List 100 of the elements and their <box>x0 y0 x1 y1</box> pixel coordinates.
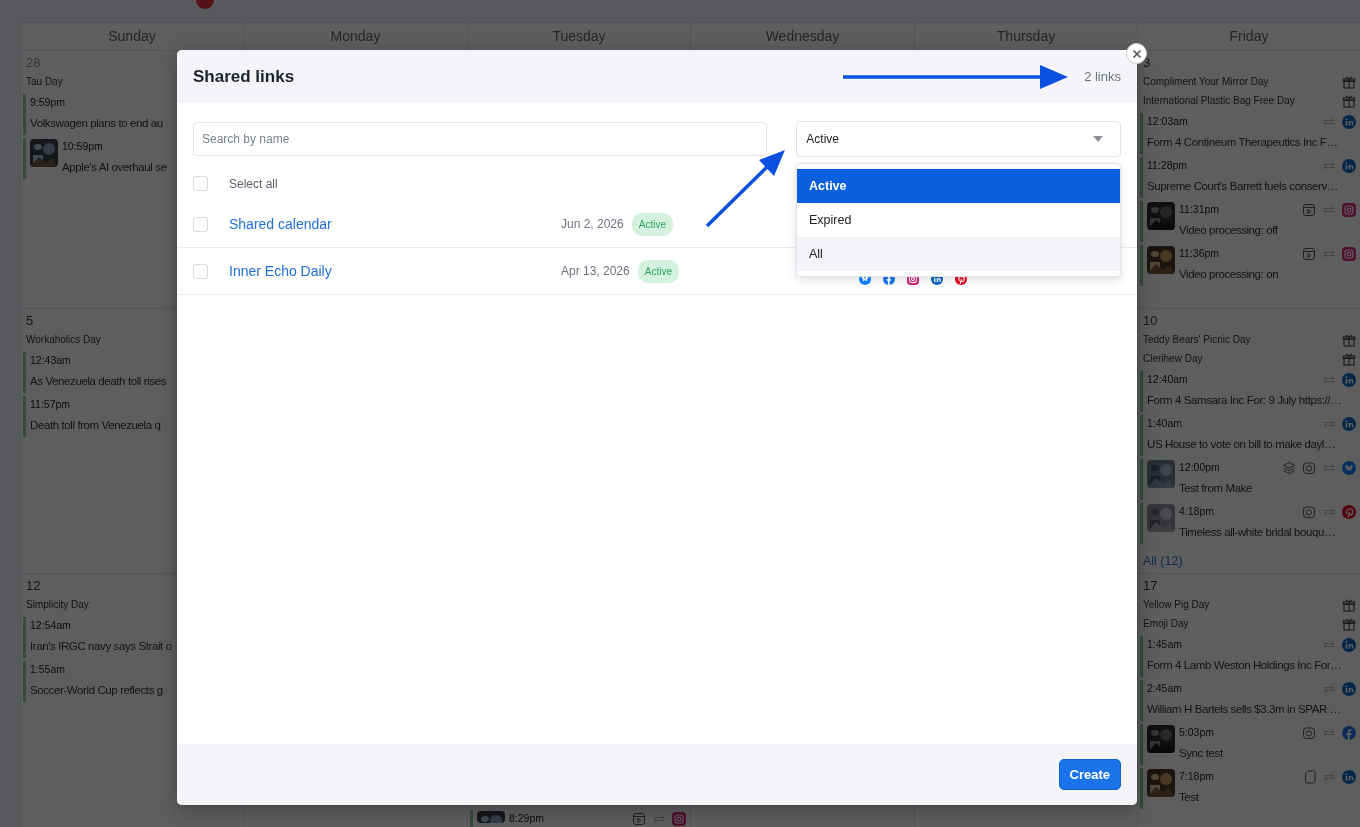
post-title[interactable]: Timeless all-white bridal bouqu… <box>1179 523 1336 541</box>
post-title[interactable]: Form 4 Contineum Therapeutics Inc F… <box>1147 133 1338 151</box>
play-icon <box>1302 202 1316 217</box>
post-time: 11:57pm <box>30 397 71 412</box>
double-arrow-icon <box>1322 639 1336 650</box>
link-name[interactable]: Shared calendar <box>229 216 332 232</box>
post-title[interactable]: Death toll from Venezuela q <box>30 416 161 434</box>
post-time: 7:18pm <box>1179 769 1215 784</box>
post-title[interactable]: Video processing: off <box>1179 221 1278 239</box>
double-arrow-icon <box>1322 116 1336 127</box>
caret-icon <box>1093 136 1103 142</box>
document-icon <box>1304 769 1316 784</box>
date-number: 5 <box>25 312 34 330</box>
holiday-name: Emoji Day <box>1143 617 1189 631</box>
post-title[interactable]: Test from Make <box>1179 479 1252 497</box>
post-time: 11:28pm <box>1147 158 1188 173</box>
post-title[interactable]: Form 4 Lamb Weston Holdings Inc For… <box>1147 656 1342 674</box>
post-time: 12:00pm <box>1179 460 1220 475</box>
status-badge: Active <box>637 259 679 283</box>
date-number: 17 <box>1142 577 1158 595</box>
post-time: 10:59pm <box>62 139 103 154</box>
post-time: 1:45am <box>1147 637 1183 652</box>
post-title[interactable]: US House to vote on bill to make dayl… <box>1147 435 1336 453</box>
play-icon <box>1302 246 1316 261</box>
double-arrow-icon <box>1322 160 1336 171</box>
post-title[interactable]: Apple's AI overhaul se <box>62 158 167 176</box>
checkbox[interactable] <box>193 176 208 191</box>
create-button[interactable]: Create <box>1058 758 1121 791</box>
gift-icon <box>1342 597 1356 612</box>
post-title[interactable]: Form 4 Samsara Inc For: 9 July https://… <box>1147 391 1342 409</box>
checkbox[interactable] <box>193 216 208 232</box>
holiday-name: Simplicity Day <box>26 598 89 612</box>
modal-title: Shared links <box>193 65 295 88</box>
double-arrow-icon <box>1322 771 1336 782</box>
dropdown-option[interactable]: All <box>797 237 1120 271</box>
holiday-name: International Plastic Bag Free Day <box>1143 94 1295 108</box>
holiday-name: Tau Day <box>26 75 63 89</box>
post-title[interactable]: Sync test <box>1179 744 1223 762</box>
gift-icon <box>1342 93 1356 108</box>
post-time: 9:59pm <box>30 95 66 110</box>
date-number: 10 <box>1142 312 1158 330</box>
butterfly-icon[interactable] <box>1342 460 1356 475</box>
post-title[interactable]: Test <box>1179 788 1199 806</box>
holiday-name: Compliment Your Mirror Day <box>1143 75 1269 89</box>
post-title[interactable]: Volkswagen plans to end au <box>30 114 163 132</box>
camera-icon <box>1302 725 1316 740</box>
post-title[interactable]: Supreme Court's Barrett fuels conserv… <box>1147 177 1338 195</box>
double-arrow-icon <box>1322 683 1336 694</box>
link-date: Jun 2, 2026 <box>561 216 624 233</box>
play-icon <box>632 811 646 826</box>
link-name[interactable]: Inner Echo Daily <box>229 263 332 279</box>
camera-icon <box>1302 460 1316 475</box>
double-arrow-icon <box>1322 248 1336 259</box>
pinterest-icon[interactable] <box>1342 504 1356 519</box>
layers-icon <box>1282 460 1296 475</box>
double-arrow-icon <box>1322 462 1336 473</box>
holiday-name: Workaholics Day <box>26 333 101 347</box>
link-date: Apr 13, 2026 <box>561 263 630 280</box>
post-time: 8:29pm <box>509 811 545 826</box>
post-title[interactable]: Soccer-World Cup reflects g <box>30 681 163 699</box>
holiday-name: Clerihew Day <box>1143 352 1203 366</box>
gift-icon <box>1342 332 1356 347</box>
link-count: 2 links <box>1084 67 1121 86</box>
post-title[interactable]: Video processing: on <box>1179 265 1279 283</box>
post-title[interactable]: Iran's IRGC navy says Strait o <box>30 637 172 655</box>
select-all-label: Select all <box>229 175 278 193</box>
more-link[interactable]: All (12) <box>1140 552 1183 571</box>
gift-icon <box>1342 616 1356 631</box>
post-time: 12:43am <box>30 353 71 368</box>
post-time: 11:36pm <box>1179 246 1220 261</box>
post-time: 11:31pm <box>1179 202 1220 217</box>
post-time: 4:18pm <box>1179 504 1215 519</box>
post-time: 12:03am <box>1147 114 1188 129</box>
dropdown-option[interactable]: Expired <box>797 203 1120 237</box>
post-time: 5:03pm <box>1179 725 1215 740</box>
checkbox[interactable] <box>193 263 208 279</box>
gift-icon <box>1342 351 1356 366</box>
date-number: 3 <box>1142 54 1151 72</box>
camera-icon <box>1302 504 1316 519</box>
facebook-icon[interactable] <box>1342 725 1356 740</box>
post-time: 12:40am <box>1147 372 1188 387</box>
double-arrow-icon <box>652 813 666 824</box>
post-title[interactable]: As Venezuela death toll rises <box>30 372 167 390</box>
gift-icon <box>1342 74 1356 89</box>
close-icon <box>1131 48 1142 59</box>
post-time: 1:40am <box>1147 416 1183 431</box>
status-badge: Active <box>631 212 673 236</box>
instagram-icon[interactable] <box>672 811 686 826</box>
date-number: 12 <box>25 577 41 595</box>
instagram-icon[interactable] <box>1342 246 1356 261</box>
filter-select[interactable]: Active <box>796 121 1121 157</box>
instagram-icon[interactable] <box>1342 202 1356 217</box>
search-field[interactable]: Search by name <box>193 122 768 156</box>
post-title[interactable]: William H Bartels sells $3.3m in SPAR … <box>1147 700 1341 718</box>
dropdown-option[interactable]: Active <box>797 169 1120 203</box>
double-arrow-icon <box>1322 418 1336 429</box>
double-arrow-icon <box>1322 506 1336 517</box>
holiday-name: Yellow Pig Day <box>1143 598 1210 612</box>
post-time: 12:54am <box>30 618 71 633</box>
double-arrow-icon <box>1322 727 1336 738</box>
